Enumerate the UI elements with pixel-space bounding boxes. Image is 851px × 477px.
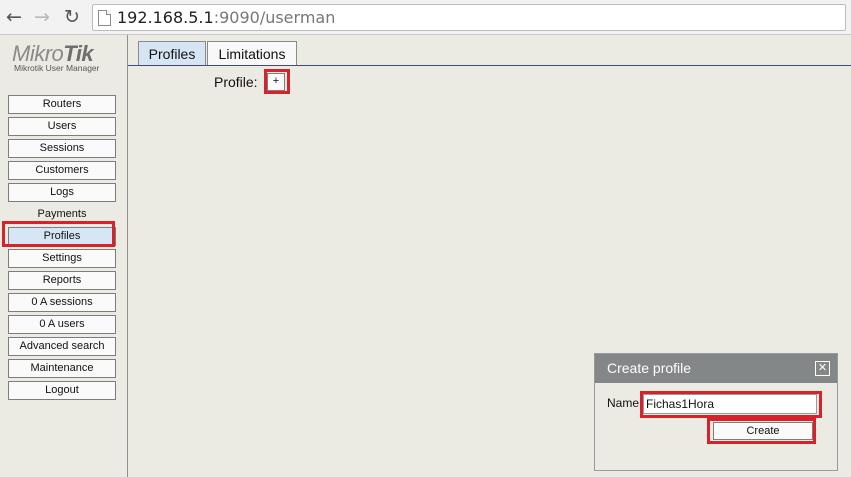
name-label: Name: [607, 396, 640, 410]
back-icon[interactable]: ←: [3, 6, 25, 28]
sidebar-item-logs[interactable]: Logs: [8, 183, 116, 202]
close-icon[interactable]: ✕: [815, 361, 830, 376]
sidebar-item-active-users[interactable]: 0 A users: [8, 315, 116, 334]
sidebar-item-advanced-search[interactable]: Advanced search: [8, 337, 116, 356]
page-icon: [98, 10, 111, 26]
reload-icon[interactable]: ↻: [61, 6, 83, 28]
sidebar-item-settings[interactable]: Settings: [8, 249, 116, 268]
sidebar-item-maintenance[interactable]: Maintenance: [8, 359, 116, 378]
sidebar-item-reports[interactable]: Reports: [8, 271, 116, 290]
tab-profiles[interactable]: Profiles: [138, 41, 206, 66]
tab-limitations[interactable]: Limitations: [207, 41, 297, 66]
forward-icon[interactable]: →: [31, 6, 53, 28]
profiles-highlight-box: [2, 221, 115, 247]
sidebar-item-routers[interactable]: Routers: [8, 95, 116, 114]
name-highlight-box: [640, 391, 822, 418]
logo-subtitle: Mikrotik User Manager: [14, 63, 100, 73]
create-highlight-box: [707, 418, 816, 444]
address-bar[interactable]: 192.168.5.1:9090/userman: [92, 4, 846, 31]
sidebar-item-active-sessions[interactable]: 0 A sessions: [8, 293, 116, 312]
sidebar-item-users[interactable]: Users: [8, 117, 116, 136]
add-highlight-box: [264, 69, 290, 94]
tabs-divider: [128, 65, 851, 66]
dialog-title: Create profile: [607, 360, 692, 376]
dialog-header: Create profile ✕: [595, 354, 837, 383]
profile-label: Profile:: [214, 74, 258, 90]
sidebar-item-sessions[interactable]: Sessions: [8, 139, 116, 158]
sidebar: MikroTik Mikrotik User Manager Routers U…: [0, 35, 128, 477]
browser-toolbar: ← → ↻ 192.168.5.1:9090/userman: [0, 0, 851, 35]
sidebar-item-logout[interactable]: Logout: [8, 381, 116, 400]
sidebar-item-customers[interactable]: Customers: [8, 161, 116, 180]
url-text: 192.168.5.1:9090/userman: [117, 8, 336, 27]
